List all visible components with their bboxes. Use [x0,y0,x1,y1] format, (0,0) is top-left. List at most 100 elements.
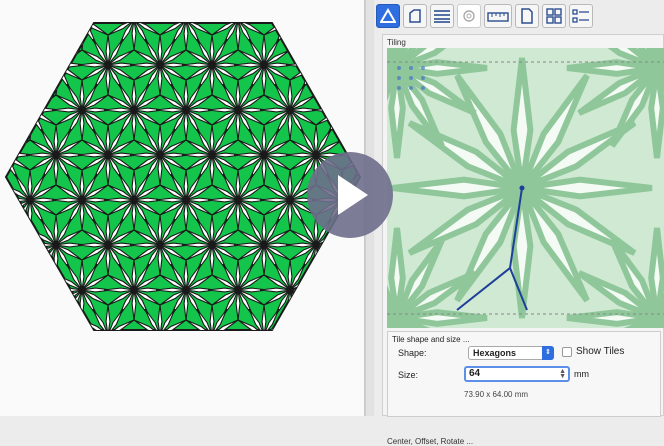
rosette-petal [208,18,238,22]
page-corner-icon [409,9,421,23]
rosette-petal [14,289,31,317]
toolbar-tabs [374,2,664,30]
rosette-petal [315,64,343,81]
rosette-petal [160,335,175,361]
rosette-petal [290,380,305,406]
rosette-petal [326,23,343,47]
tab-grid[interactable] [542,4,566,28]
rosette-petal [132,350,136,380]
settings-sidebar: Tiling Tile shape and size ... Shape: He… [374,0,664,446]
tile-dimensions: 73.90 x 64.00 mm [464,390,529,399]
rosette-petal [82,380,108,395]
rosette-petal [80,380,84,410]
rosette-petal [6,229,31,246]
tile-preview[interactable] [387,48,664,328]
rosette-petal [301,0,316,1]
rosette-petal [160,380,186,395]
rosette-petal [315,274,343,291]
rosette-petal [212,365,238,380]
rosette-petal [6,154,7,186]
rosette-petal [15,354,30,380]
rosette-petal [264,5,290,20]
rosette-petal [0,129,4,155]
rosette-petal [108,335,134,350]
play-button[interactable] [307,152,393,238]
tab-lines[interactable] [430,4,454,28]
rosette-petal [2,335,6,365]
ruler-icon [487,12,509,22]
rosette-petal [30,365,56,380]
rosette-petal [236,350,240,380]
rosette-petal [342,354,357,380]
tab-page[interactable] [403,4,427,28]
rosette-petal [55,23,83,36]
tab-lens[interactable] [457,4,481,28]
rosette-petal [6,214,7,246]
rosette-petal [326,83,343,111]
rosette-petal [4,380,30,395]
rosette-petal [0,290,4,305]
rosette-petal [341,64,360,81]
show-tiles-checkbox[interactable] [562,347,572,357]
rosette-petal [30,335,56,350]
rosette-petal [106,0,110,5]
rosette-petal [4,365,30,380]
rosette-petal [352,38,360,66]
rosette-petal [234,333,264,337]
rosette-petal [67,354,82,380]
rosette-petal [186,380,212,395]
rosette-petal [6,128,20,156]
rosette-petal [238,335,264,350]
rosette-petal [341,319,360,330]
tab-document[interactable] [515,4,539,28]
rosette-petal [0,245,4,271]
shape-select[interactable]: Hexagons ⇕ [468,346,554,360]
rosette-petal [238,378,268,382]
rosette-petal [341,109,358,137]
rosette-petal [6,289,31,306]
rosette-petal [30,354,45,380]
center-offset-title: Center, Offset, Rotate ... [387,437,474,446]
size-unit: mm [574,369,589,379]
rosette-petal [28,350,32,380]
rosette-petal [262,0,266,5]
stepper-icon[interactable]: ▲ ▼ [559,368,566,380]
lens-icon [463,10,475,22]
rosette-petal [134,365,160,380]
rosette-petal [158,335,162,365]
tile-shape-size-box: Tile shape and size ... Shape: Hexagons … [387,331,661,417]
rosette-petal [93,335,108,361]
rosette-petal [182,333,212,337]
rosette-petal [29,289,57,306]
rosette-petal [186,365,212,380]
tab-shape[interactable] [376,4,400,28]
rosette-petal [316,0,331,1]
rosette-petal [160,5,186,20]
rosette-petal [40,38,57,66]
rosette-petal [238,380,253,406]
rosette-petal [158,0,162,5]
rosette-petal [132,380,136,410]
rosette-petal [14,109,31,137]
rosette-petal [0,335,4,350]
rosette-petal [289,23,306,47]
rosette-petal [104,378,134,382]
rosette-petal [0,320,4,335]
tab-ruler[interactable] [484,4,512,28]
rosette-petal [341,289,360,306]
rosette-petal [0,20,4,35]
rosette-petal [208,378,238,382]
tab-list[interactable] [569,4,593,28]
rosette-petal [289,319,317,330]
rosette-petal [316,5,342,20]
rosette-petal [119,380,134,406]
size-input[interactable]: 64 ▲ ▼ [464,366,570,382]
rosette-petal [0,230,4,245]
rosette-petal [80,0,84,20]
rosette-petal [0,18,8,22]
rosette-petal [212,335,227,361]
rosette-petal [52,378,82,382]
rosette-petal [212,335,238,350]
rosette-petal [29,64,57,81]
rosette-petal [6,64,7,96]
